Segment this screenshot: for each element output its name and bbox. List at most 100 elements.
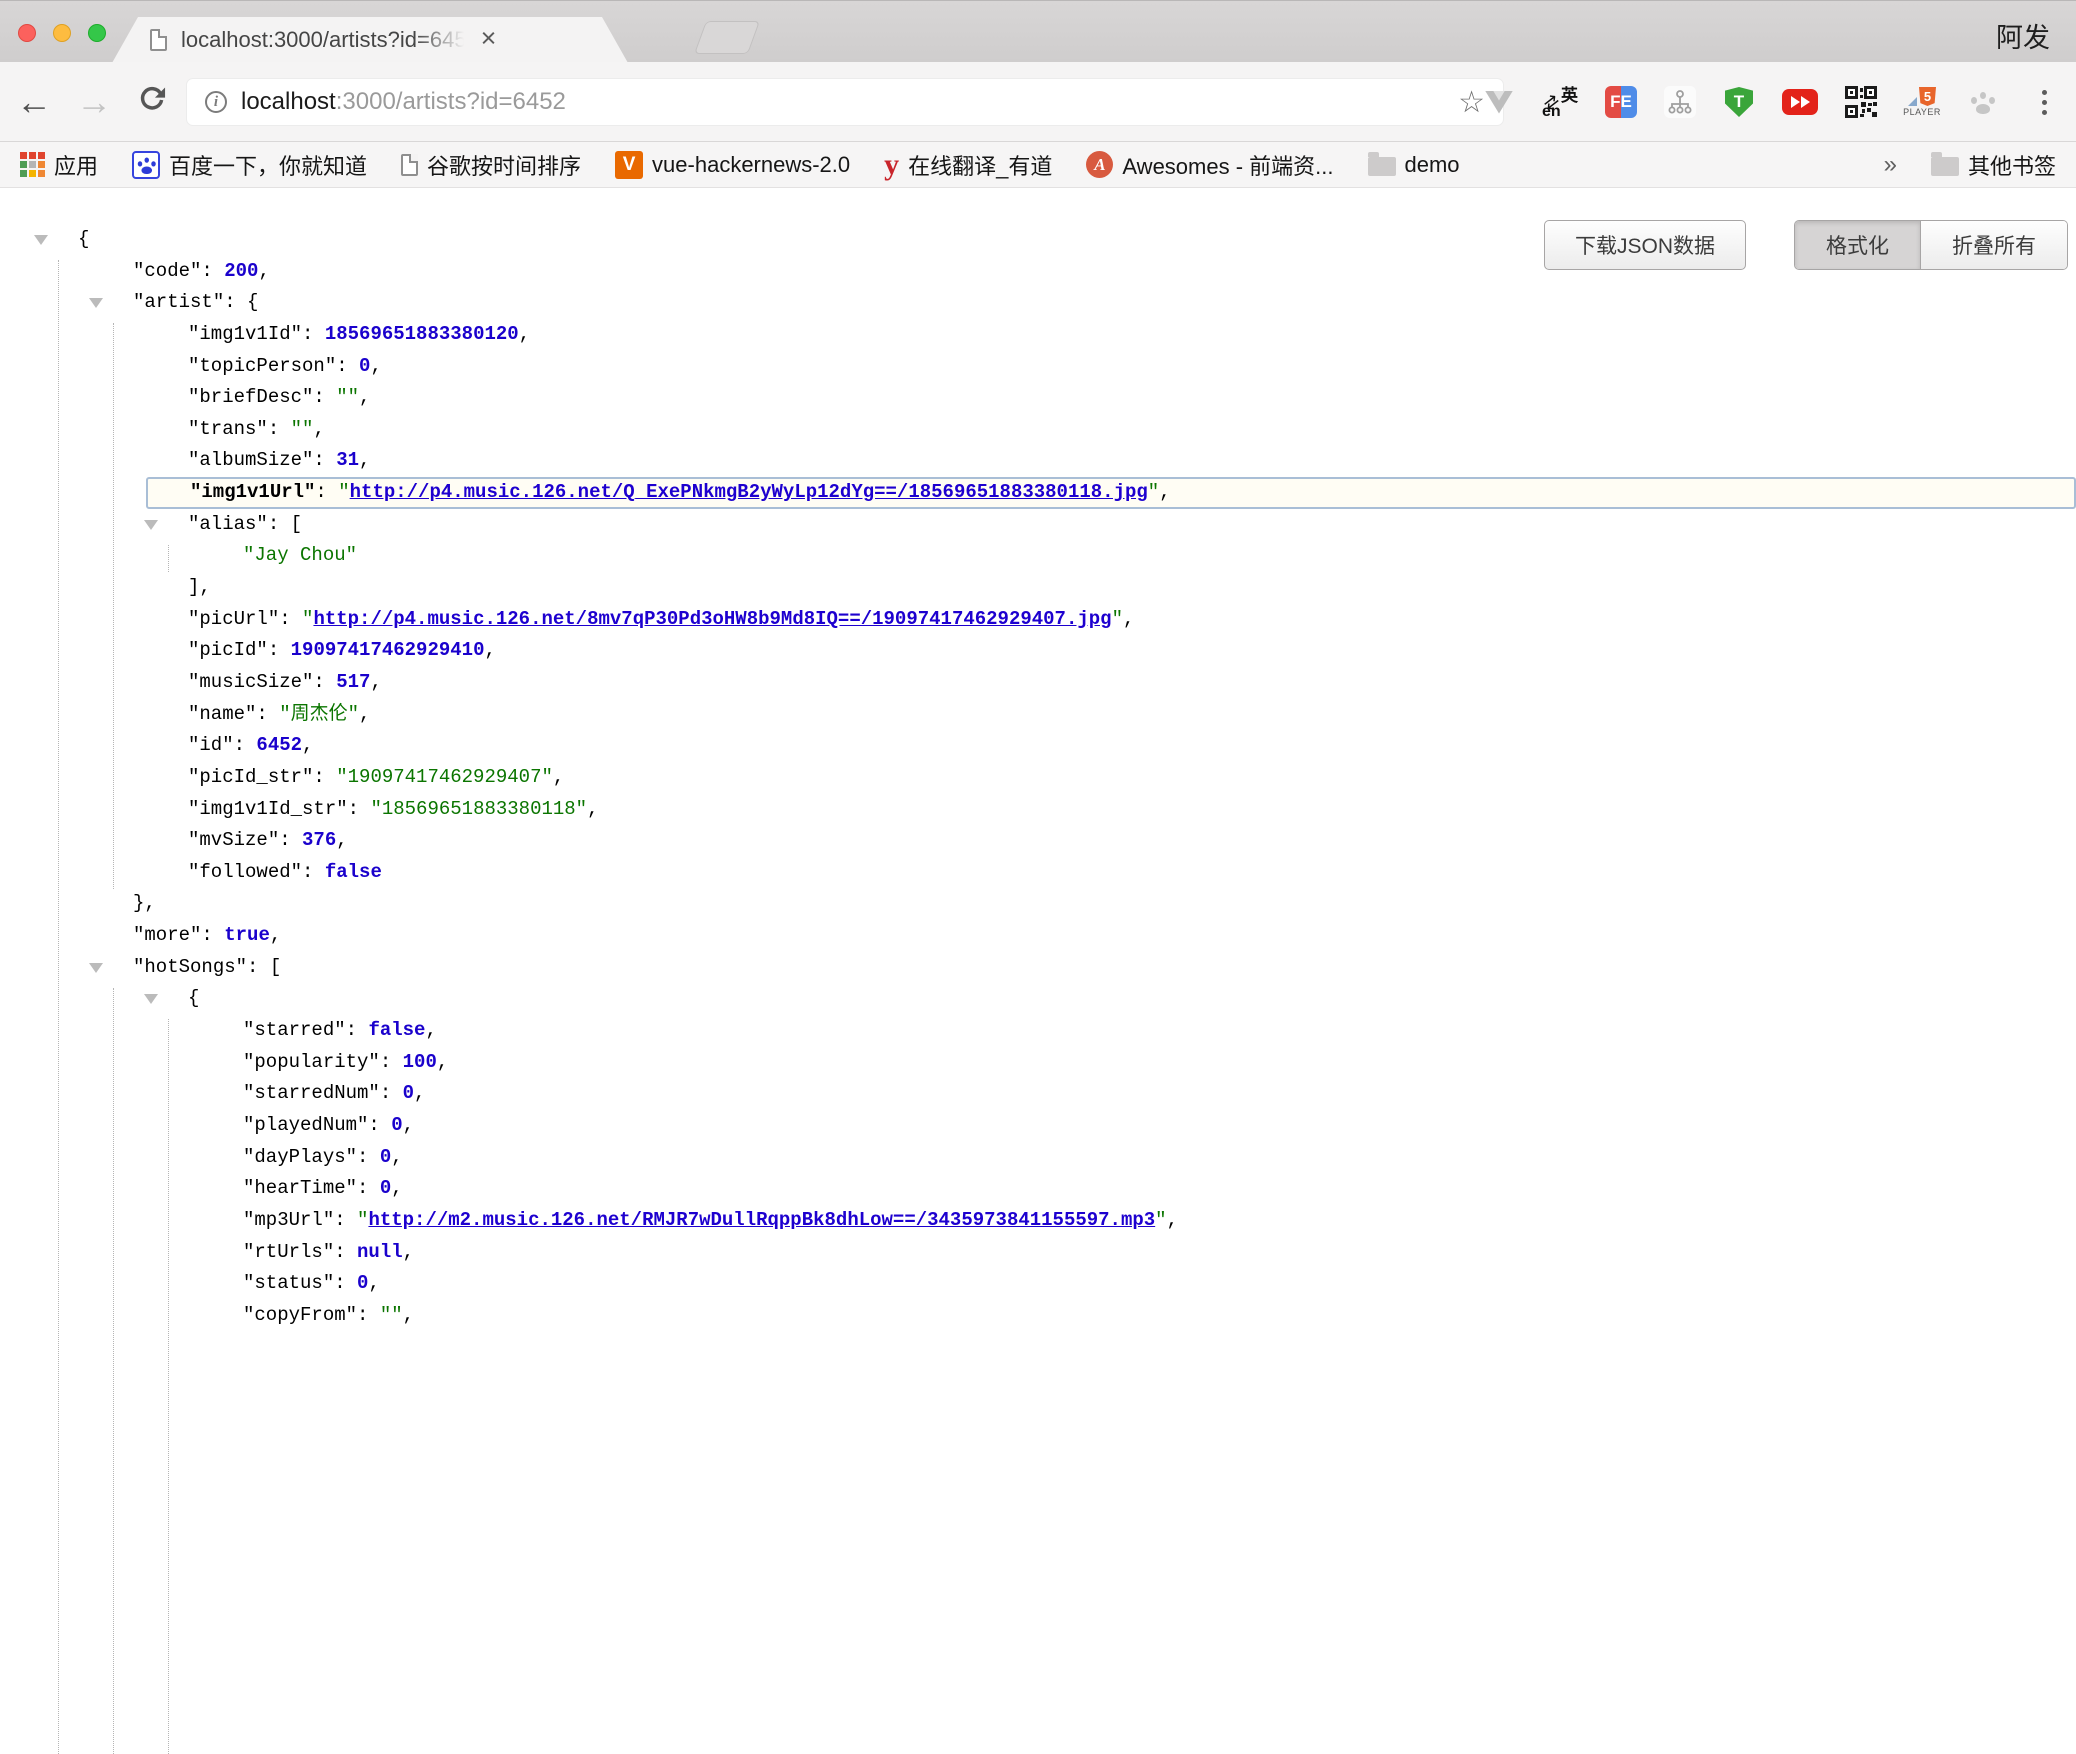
fe-toolbox-icon[interactable]: FE bbox=[1603, 80, 1639, 124]
collapse-toggle-icon[interactable] bbox=[89, 298, 103, 308]
tab-close-icon[interactable]: × bbox=[481, 25, 497, 52]
json-punctuation: : bbox=[201, 924, 224, 946]
json-key: "mvSize" bbox=[188, 829, 279, 851]
bookmark-youdao[interactable]: y 在线翻译_有道 bbox=[884, 149, 1052, 181]
json-punctuation: : bbox=[268, 418, 291, 440]
json-key: "img1v1Url" bbox=[190, 481, 315, 503]
json-line[interactable]: "trans": "", bbox=[0, 414, 2076, 446]
tab-strip: localhost:3000/artists?id=645 × 阿发 bbox=[0, 0, 2076, 62]
json-punctuation: : bbox=[357, 1146, 380, 1168]
json-line[interactable]: "code": 200, bbox=[0, 256, 2076, 288]
bookmarks-overflow-chevron[interactable]: » bbox=[1884, 151, 1897, 179]
json-link-value[interactable]: http://p4.music.126.net/Q_ExePNkmgB2yWyL… bbox=[350, 481, 1148, 503]
bookmark-google-sort[interactable]: 谷歌按时间排序 bbox=[401, 149, 581, 181]
json-line[interactable]: "musicSize": 517, bbox=[0, 667, 2076, 699]
bookmark-folder-demo[interactable]: demo bbox=[1368, 152, 1460, 178]
profile-name[interactable]: 阿发 bbox=[1996, 16, 2050, 55]
json-number-value: 19097417462929410 bbox=[291, 639, 485, 661]
json-line[interactable]: "dayPlays": 0, bbox=[0, 1142, 2076, 1174]
json-line[interactable]: { bbox=[0, 224, 2076, 256]
url-input[interactable]: localhost:3000/artists?id=6452 bbox=[241, 88, 1444, 116]
json-key: "picUrl" bbox=[188, 608, 279, 630]
json-punctuation: : bbox=[302, 861, 325, 883]
close-window-button[interactable] bbox=[18, 24, 36, 42]
json-line[interactable]: "playedNum": 0, bbox=[0, 1110, 2076, 1142]
page-info-icon[interactable]: i bbox=[205, 91, 227, 113]
json-line[interactable]: "hotSongs": [ bbox=[0, 952, 2076, 984]
json-line[interactable]: "albumSize": 31, bbox=[0, 445, 2076, 477]
json-line[interactable]: "mvSize": 376, bbox=[0, 825, 2076, 857]
json-line[interactable]: { bbox=[0, 983, 2076, 1015]
html5-player-icon[interactable]: 5 PLAYER bbox=[1904, 80, 1940, 124]
browser-tab[interactable]: localhost:3000/artists?id=645 × bbox=[112, 17, 628, 63]
collapse-toggle-icon[interactable] bbox=[89, 963, 103, 973]
json-key: "status" bbox=[243, 1272, 334, 1294]
json-punctuation: : bbox=[268, 639, 291, 661]
json-line[interactable]: "starred": false, bbox=[0, 1015, 2076, 1047]
json-line[interactable]: "picUrl": "http://p4.music.126.net/8mv7q… bbox=[0, 604, 2076, 636]
zoom-window-button[interactable] bbox=[88, 24, 106, 42]
forward-button[interactable]: → bbox=[76, 84, 112, 120]
json-line[interactable]: "briefDesc": "", bbox=[0, 382, 2076, 414]
json-line[interactable]: "followed": false bbox=[0, 857, 2076, 889]
json-line[interactable]: "popularity": 100, bbox=[0, 1047, 2076, 1079]
json-punctuation: : bbox=[380, 1082, 403, 1104]
json-line[interactable]: "starredNum": 0, bbox=[0, 1078, 2076, 1110]
json-line[interactable]: "id": 6452, bbox=[0, 730, 2076, 762]
collapse-toggle-icon[interactable] bbox=[144, 994, 158, 1004]
minimize-window-button[interactable] bbox=[53, 24, 71, 42]
json-key: "starred" bbox=[243, 1019, 346, 1041]
json-line[interactable]: "more": true, bbox=[0, 920, 2076, 952]
json-line[interactable]: ], bbox=[0, 572, 2076, 604]
bookmark-vue-hackernews[interactable]: V vue-hackernews-2.0 bbox=[615, 151, 850, 179]
json-string-value: "" bbox=[380, 1304, 403, 1326]
fast-forward-extension-icon[interactable] bbox=[1782, 80, 1818, 124]
bookmark-awesomes[interactable]: A Awesomes - 前端资... bbox=[1086, 149, 1333, 181]
json-line[interactable]: "hearTime": 0, bbox=[0, 1173, 2076, 1205]
vue-devtools-icon[interactable] bbox=[1481, 80, 1517, 124]
json-line[interactable]: "img1v1Id": 18569651883380120, bbox=[0, 319, 2076, 351]
json-line[interactable]: }, bbox=[0, 888, 2076, 920]
json-key: "picId" bbox=[188, 639, 268, 661]
url-bar[interactable]: i localhost:3000/artists?id=6452 ☆ bbox=[186, 78, 1504, 126]
browser-menu-icon[interactable] bbox=[2026, 80, 2062, 124]
browser-toolbar: ← → i localhost:3000/artists?id=6452 ☆ 英… bbox=[0, 62, 2076, 142]
collapse-toggle-icon[interactable] bbox=[144, 520, 158, 530]
bookmark-baidu[interactable]: 百度一下，你就知道 bbox=[132, 149, 367, 181]
json-number-value: 31 bbox=[336, 449, 359, 471]
json-punctuation: : bbox=[313, 671, 336, 693]
qr-code-extension-icon[interactable] bbox=[1843, 80, 1879, 124]
json-line[interactable]: "copyFrom": "", bbox=[0, 1300, 2076, 1332]
json-punctuation: : bbox=[313, 766, 336, 788]
json-line[interactable]: "picId": 19097417462929410, bbox=[0, 635, 2076, 667]
sitemap-extension-icon[interactable] bbox=[1664, 86, 1696, 118]
json-number-value: 0 bbox=[380, 1146, 391, 1168]
json-line[interactable]: "topicPerson": 0, bbox=[0, 351, 2076, 383]
json-line[interactable]: "rtUrls": null, bbox=[0, 1237, 2076, 1269]
json-line-highlighted[interactable]: "img1v1Url": "http://p4.music.126.net/Q_… bbox=[146, 477, 2076, 509]
json-punctuation: ], bbox=[188, 576, 211, 598]
json-line[interactable]: "picId_str": "19097417462929407", bbox=[0, 762, 2076, 794]
json-line[interactable]: "alias": [ bbox=[0, 509, 2076, 541]
reload-button[interactable] bbox=[136, 84, 168, 121]
back-button[interactable]: ← bbox=[16, 84, 52, 120]
bookmark-other-bookmarks[interactable]: 其他书签 bbox=[1931, 149, 2056, 181]
tampermonkey-icon[interactable]: T bbox=[1721, 80, 1757, 124]
json-punctuation: , bbox=[587, 798, 598, 820]
collapse-toggle-icon[interactable] bbox=[34, 235, 48, 245]
json-line[interactable]: "Jay Chou" bbox=[0, 540, 2076, 572]
paw-extension-icon[interactable] bbox=[1965, 80, 2001, 124]
bookmark-apps[interactable]: 应用 bbox=[20, 149, 98, 181]
translate-extension-icon[interactable]: 英 ⇄ en bbox=[1542, 80, 1578, 124]
json-key: "img1v1Id" bbox=[188, 323, 302, 345]
json-line[interactable]: "img1v1Id_str": "18569651883380118", bbox=[0, 794, 2076, 826]
json-line[interactable]: "name": "周杰伦", bbox=[0, 699, 2076, 731]
json-link-value[interactable]: http://p4.music.126.net/8mv7qP30Pd3oHW8b… bbox=[313, 608, 1111, 630]
json-link-value[interactable]: http://m2.music.126.net/RMJR7wDullRqppBk… bbox=[368, 1209, 1155, 1231]
json-line[interactable]: "artist": { bbox=[0, 287, 2076, 319]
json-line[interactable]: "status": 0, bbox=[0, 1268, 2076, 1300]
new-tab-button[interactable] bbox=[694, 21, 760, 54]
json-line[interactable]: "mp3Url": "http://m2.music.126.net/RMJR7… bbox=[0, 1205, 2076, 1237]
json-number-value: 376 bbox=[302, 829, 336, 851]
json-key: "alias" bbox=[188, 513, 268, 535]
